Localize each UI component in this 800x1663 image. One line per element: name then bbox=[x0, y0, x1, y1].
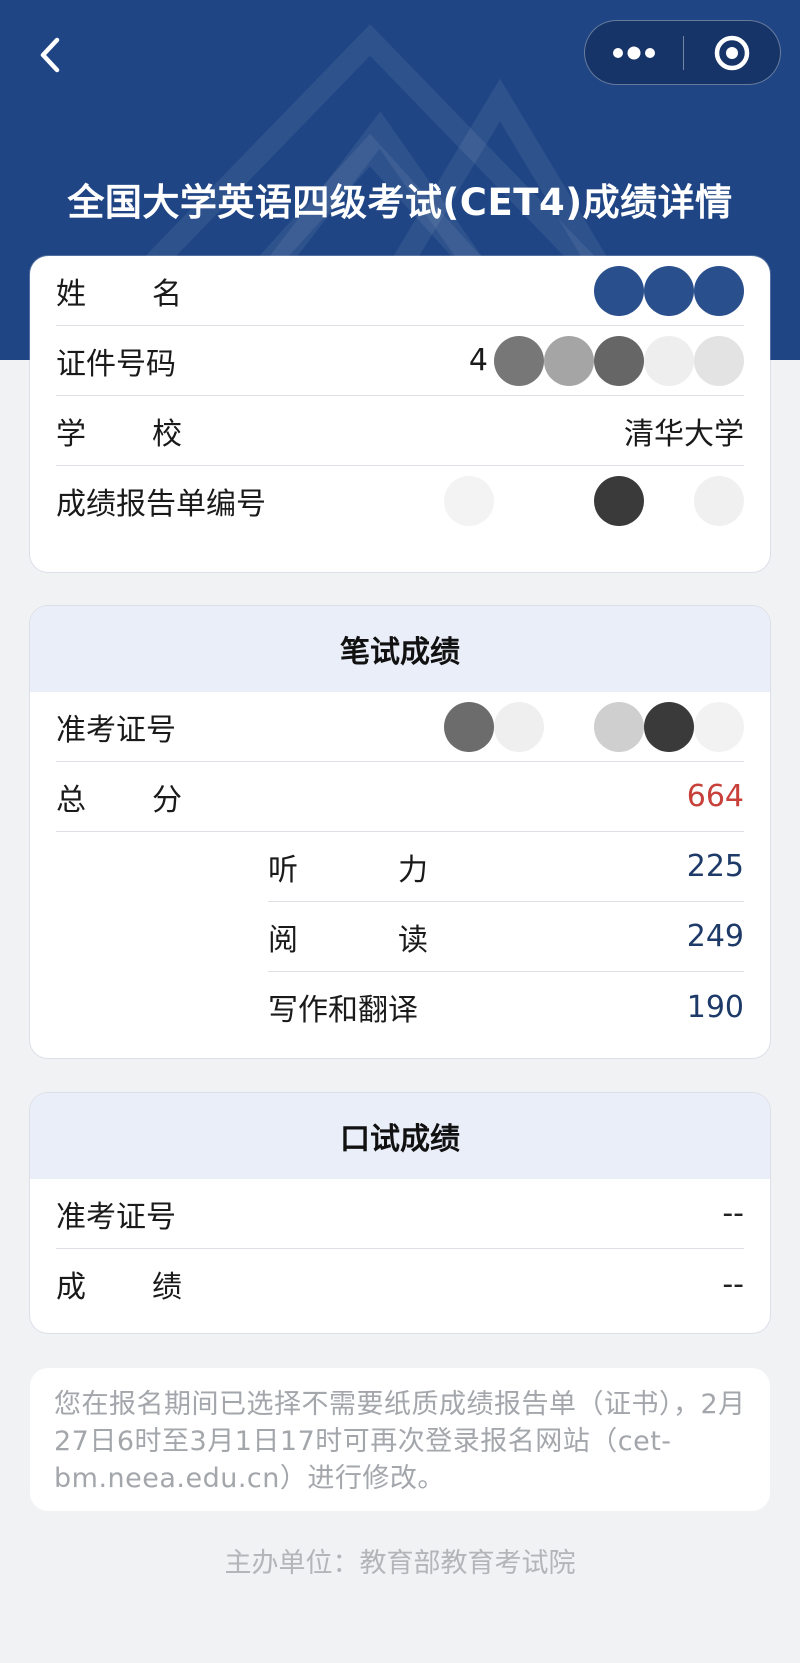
school-value: 清华大学 bbox=[624, 416, 744, 452]
total-score-value: 664 bbox=[686, 779, 744, 814]
chevron-left-icon bbox=[40, 37, 60, 73]
profile-card: 姓 名 证件号码 4 学 校 清华大学 成绩报告单编号 bbox=[30, 256, 770, 572]
listening-row: 听 力 225 bbox=[268, 832, 744, 902]
name-row: 姓 名 bbox=[56, 256, 744, 326]
oral-score-row: 成 绩 -- bbox=[56, 1249, 744, 1319]
id-number-value-redacted: 4 bbox=[468, 335, 744, 386]
school-label: 学 校 bbox=[56, 416, 182, 452]
writing-translation-row: 写作和翻译 190 bbox=[268, 972, 744, 1042]
oral-ticket-row: 准考证号 -- bbox=[56, 1179, 744, 1249]
written-ticket-row: 准考证号 bbox=[56, 692, 744, 762]
name-label: 姓 名 bbox=[56, 276, 182, 312]
oral-score-value: -- bbox=[722, 1266, 744, 1302]
target-close-icon bbox=[714, 35, 750, 70]
reading-row: 阅 读 249 bbox=[268, 902, 744, 972]
writing-translation-score-value: 190 bbox=[686, 989, 744, 1025]
organizer-footer: 主办单位：教育部教育考试院 bbox=[224, 1548, 576, 1579]
name-value-redacted bbox=[594, 265, 744, 316]
school-row: 学 校 清华大学 bbox=[56, 396, 744, 466]
total-score-row: 总 分 664 bbox=[56, 762, 744, 832]
miniprogram-capsule bbox=[584, 20, 781, 85]
total-score-label: 总 分 bbox=[56, 782, 182, 818]
oral-score-title: 口试成绩 bbox=[30, 1093, 770, 1179]
reading-score-value: 249 bbox=[686, 919, 744, 954]
report-number-value-redacted bbox=[444, 476, 744, 526]
id-number-prefix: 4 bbox=[468, 343, 488, 378]
written-ticket-label: 准考证号 bbox=[56, 712, 176, 748]
id-number-label: 证件号码 bbox=[56, 346, 176, 382]
report-number-row: 成绩报告单编号 bbox=[56, 466, 744, 536]
listening-score-value: 225 bbox=[686, 849, 744, 884]
back-button[interactable] bbox=[30, 30, 70, 80]
writing-translation-label: 写作和翻译 bbox=[268, 993, 418, 1028]
written-score-title: 笔试成绩 bbox=[30, 606, 770, 692]
report-number-label: 成绩报告单编号 bbox=[56, 487, 266, 522]
close-button[interactable] bbox=[684, 21, 780, 84]
oral-ticket-label: 准考证号 bbox=[56, 1199, 176, 1235]
oral-score-label: 成 绩 bbox=[56, 1270, 182, 1305]
written-score-card: 笔试成绩 准考证号 总 分 664 听 力 225 阅 读 249 写作和翻译 … bbox=[30, 606, 770, 1058]
paper-report-notice: 您在报名期间已选择不需要纸质成绩报告单（证书），2月27日6时至3月1日17时可… bbox=[30, 1368, 770, 1511]
oral-ticket-value: -- bbox=[722, 1196, 744, 1231]
written-ticket-value-redacted bbox=[444, 701, 744, 752]
id-number-row: 证件号码 4 bbox=[56, 326, 744, 396]
reading-label: 阅 读 bbox=[268, 922, 428, 958]
page-title: 全国大学英语四级考试(CET4)成绩详情 bbox=[67, 181, 733, 224]
listening-label: 听 力 bbox=[268, 852, 428, 888]
more-button[interactable] bbox=[585, 21, 683, 84]
more-dots-icon bbox=[613, 46, 655, 59]
oral-score-card: 口试成绩 准考证号 -- 成 绩 -- bbox=[30, 1093, 770, 1333]
